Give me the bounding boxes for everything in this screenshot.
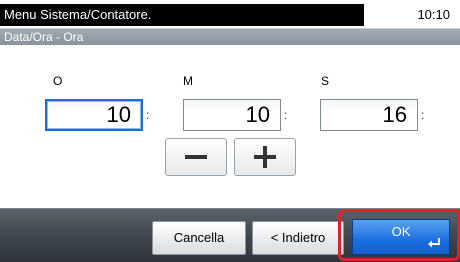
cancel-button[interactable]: Cancella [152, 221, 246, 255]
increment-button[interactable] [234, 138, 296, 176]
minute-separator: : [284, 108, 288, 122]
minus-icon [185, 155, 207, 159]
hour-separator: : [146, 108, 150, 122]
hour-field[interactable]: 10 [45, 99, 143, 131]
minute-field[interactable]: 10 [183, 99, 281, 131]
second-label: S [321, 74, 330, 88]
breadcrumb: Data/Ora - Ora [0, 28, 460, 45]
decrement-button[interactable] [165, 138, 227, 176]
hour-label: O [53, 74, 63, 88]
enter-icon [428, 238, 440, 248]
ok-button[interactable]: OK [352, 219, 450, 255]
back-button[interactable]: < Indietro [252, 221, 344, 255]
second-field[interactable]: 16 [320, 99, 418, 131]
minute-label: M [183, 74, 193, 88]
second-separator: : [421, 108, 425, 122]
plus-icon [254, 146, 276, 168]
screen-title: Menu Sistema/Contatore. [0, 4, 364, 26]
title-bar: Menu Sistema/Contatore. 10:10 [0, 0, 460, 28]
clock: 10:10 [417, 7, 450, 22]
time-entry-panel: O M S 10 : 10 : 16 : [0, 45, 460, 208]
